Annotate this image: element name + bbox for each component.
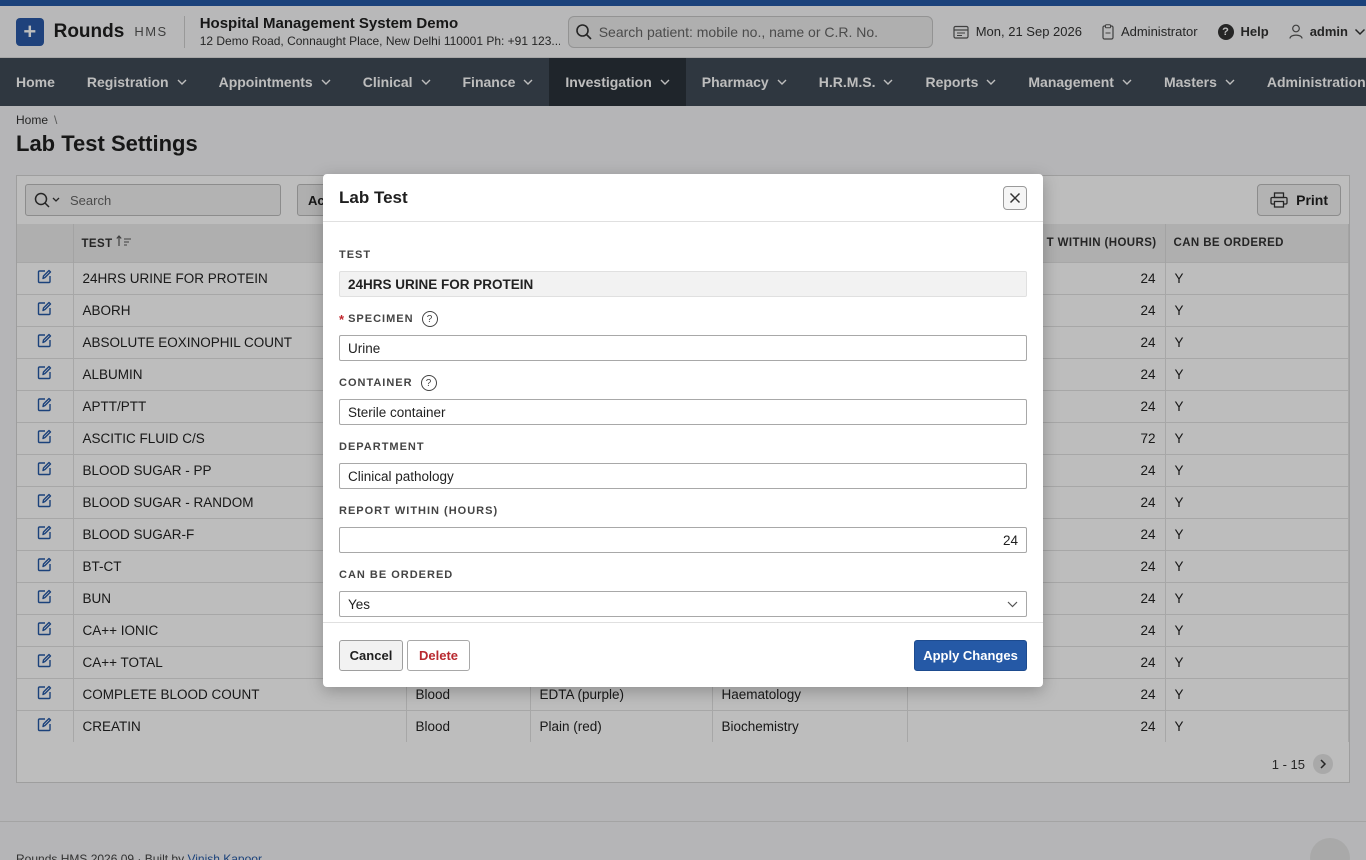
container-label: CONTAINER bbox=[339, 377, 413, 389]
dialog-header: Lab Test bbox=[323, 174, 1043, 222]
dialog-title: Lab Test bbox=[339, 187, 408, 207]
specimen-label-row: * SPECIMEN ? bbox=[339, 311, 1027, 327]
specimen-field[interactable]: Urine bbox=[339, 335, 1027, 361]
close-button[interactable] bbox=[1003, 186, 1027, 210]
can-be-ordered-select[interactable]: Yes bbox=[339, 591, 1027, 617]
delete-button[interactable]: Delete bbox=[407, 640, 470, 671]
can-be-ordered-value: Yes bbox=[348, 596, 371, 612]
dialog-body: TEST 24HRS URINE FOR PROTEIN * SPECIMEN … bbox=[323, 248, 1043, 617]
report-within-label: REPORT WITHIN (HOURS) bbox=[339, 505, 499, 517]
container-field[interactable]: Sterile container bbox=[339, 399, 1027, 425]
department-label: DEPARTMENT bbox=[339, 441, 425, 453]
help-icon[interactable]: ? bbox=[421, 311, 438, 327]
test-field: 24HRS URINE FOR PROTEIN bbox=[339, 271, 1027, 297]
test-label: TEST bbox=[339, 249, 372, 261]
cancel-button[interactable]: Cancel bbox=[339, 640, 403, 671]
apply-changes-button[interactable]: Apply Changes bbox=[914, 640, 1027, 671]
can-be-ordered-label: CAN BE ORDERED bbox=[339, 569, 454, 581]
department-field[interactable]: Clinical pathology bbox=[339, 463, 1027, 489]
help-icon[interactable]: ? bbox=[420, 375, 437, 391]
report-within-field[interactable]: 24 bbox=[339, 527, 1027, 553]
dialog-footer: Cancel Delete Apply Changes bbox=[323, 622, 1043, 687]
specimen-label: SPECIMEN bbox=[348, 313, 414, 325]
required-indicator: * bbox=[339, 311, 346, 327]
lab-test-dialog: Lab Test TEST 24HRS URINE FOR PROTEIN * … bbox=[323, 174, 1043, 687]
close-icon bbox=[1009, 192, 1021, 204]
container-label-row: CONTAINER ? bbox=[339, 375, 1027, 391]
chevron-down-icon bbox=[1007, 601, 1018, 607]
